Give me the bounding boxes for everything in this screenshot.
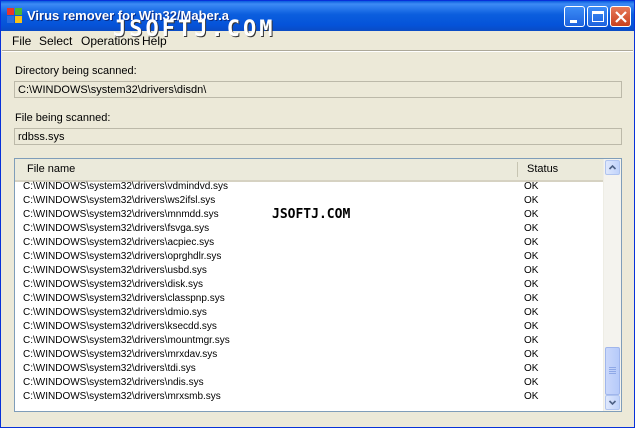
menu-select[interactable]: Select <box>39 34 72 48</box>
list-header: File name Status <box>15 159 604 182</box>
table-row[interactable]: C:\WINDOWS\system32\drivers\dmio.sys OK <box>15 306 604 320</box>
table-row[interactable]: C:\WINDOWS\system32\drivers\fsvga.sys OK <box>15 222 604 236</box>
table-row[interactable]: C:\WINDOWS\system32\drivers\mrxdav.sys OK <box>15 348 604 362</box>
scan-results-list[interactable]: File name Status C:\WINDOWS\system32\dri… <box>14 158 622 412</box>
row-status: OK <box>524 363 539 374</box>
row-file-name: C:\WINDOWS\system32\drivers\disk.sys <box>23 279 204 290</box>
row-status: OK <box>524 391 539 402</box>
menu-help[interactable]: Help <box>142 34 167 48</box>
file-field: rdbss.sys <box>14 128 622 145</box>
column-divider[interactable] <box>517 162 518 177</box>
row-status: OK <box>524 251 539 262</box>
directory-label: Directory being scanned: <box>15 65 137 77</box>
close-button[interactable] <box>610 6 631 27</box>
row-file-name: C:\WINDOWS\system32\drivers\classpnp.sys <box>23 293 225 304</box>
table-row[interactable]: C:\WINDOWS\system32\drivers\acpiec.sys OK <box>15 236 604 250</box>
minimize-button[interactable] <box>564 6 585 27</box>
directory-field: C:\WINDOWS\system32\drivers\disdn\ <box>14 81 622 98</box>
grip-line <box>609 367 616 368</box>
maximize-button[interactable] <box>587 6 608 27</box>
table-row[interactable]: C:\WINDOWS\system32\drivers\ksecdd.sys OK <box>15 320 604 334</box>
column-header-status[interactable]: Status <box>519 159 558 180</box>
app-window: Virus remover for Win32/Maber.a JSOFTJ.C… <box>0 0 635 428</box>
chevron-down-icon <box>608 400 617 406</box>
close-icon <box>615 11 627 23</box>
watermark-center: JSOFTJ.COM <box>272 207 351 222</box>
table-row[interactable]: C:\WINDOWS\system32\drivers\vdmindvd.sys… <box>15 180 604 194</box>
table-row[interactable]: C:\WINDOWS\system32\drivers\tdi.sys OK <box>15 362 604 376</box>
row-file-name: C:\WINDOWS\system32\drivers\dmio.sys <box>23 307 207 318</box>
grip-line <box>609 369 616 370</box>
app-icon <box>7 8 22 23</box>
vertical-scrollbar[interactable] <box>603 159 621 411</box>
table-row[interactable]: C:\WINDOWS\system32\drivers\ws2ifsl.sys O… <box>15 194 604 208</box>
row-status: OK <box>524 377 539 388</box>
row-status: OK <box>524 335 539 346</box>
row-status: OK <box>524 223 539 234</box>
row-file-name: C:\WINDOWS\system32\drivers\fsvga.sys <box>23 223 210 234</box>
row-file-name: C:\WINDOWS\system32\drivers\usbd.sys <box>23 265 207 276</box>
row-file-name: C:\WINDOWS\system32\drivers\acpiec.sys <box>23 237 215 248</box>
row-status: OK <box>524 181 539 192</box>
table-row[interactable]: C:\WINDOWS\system32\drivers\usbd.sys OK <box>15 264 604 278</box>
scroll-thumb[interactable] <box>605 347 620 395</box>
row-status: OK <box>524 195 539 206</box>
row-file-name: C:\WINDOWS\system32\drivers\mrxdav.sys <box>23 349 218 360</box>
table-row[interactable]: C:\WINDOWS\system32\drivers\disk.sys OK <box>15 278 604 292</box>
scroll-up-button[interactable] <box>605 160 620 175</box>
row-file-name: C:\WINDOWS\system32\drivers\vdmindvd.sys <box>23 181 229 192</box>
row-status: OK <box>524 307 539 318</box>
grip-line <box>609 373 616 374</box>
column-header-file-name[interactable]: File name <box>19 159 75 180</box>
row-file-name: C:\WINDOWS\system32\drivers\tdi.sys <box>23 363 196 374</box>
file-label: File being scanned: <box>15 112 111 124</box>
grip-line <box>609 371 616 372</box>
menu-file[interactable]: File <box>12 34 31 48</box>
row-file-name: C:\WINDOWS\system32\drivers\ws2ifsl.sys <box>23 195 216 206</box>
scroll-down-button[interactable] <box>605 395 620 410</box>
menu-bar: File Select Operations Help <box>2 31 633 50</box>
row-status: OK <box>524 265 539 276</box>
table-row[interactable]: C:\WINDOWS\system32\drivers\oprghdlr.sys… <box>15 250 604 264</box>
table-row[interactable]: C:\WINDOWS\system32\drivers\mountmgr.sys… <box>15 334 604 348</box>
table-row[interactable]: C:\WINDOWS\system32\drivers\mrxsmb.sys OK <box>15 390 604 404</box>
row-file-name: C:\WINDOWS\system32\drivers\mrxsmb.sys <box>23 391 221 402</box>
row-status: OK <box>524 293 539 304</box>
maximize-icon <box>592 11 604 22</box>
row-file-name: C:\WINDOWS\system32\drivers\mountmgr.sys <box>23 335 230 346</box>
menu-operations[interactable]: Operations <box>81 34 140 48</box>
row-status: OK <box>524 349 539 360</box>
table-row[interactable]: C:\WINDOWS\system32\drivers\ndis.sys OK <box>15 376 604 390</box>
row-status: OK <box>524 237 539 248</box>
title-bar[interactable]: Virus remover for Win32/Maber.a JSOFTJ.C… <box>1 1 634 42</box>
row-file-name: C:\WINDOWS\system32\drivers\oprghdlr.sys <box>23 251 222 262</box>
row-status: OK <box>524 321 539 332</box>
row-file-name: C:\WINDOWS\system32\drivers\ksecdd.sys <box>23 321 217 332</box>
row-status: OK <box>524 209 539 220</box>
chevron-up-icon <box>608 164 617 170</box>
row-status: OK <box>524 279 539 290</box>
minimize-icon <box>570 20 577 23</box>
menu-separator <box>2 50 633 52</box>
row-file-name: C:\WINDOWS\system32\drivers\ndis.sys <box>23 377 204 388</box>
table-row[interactable]: C:\WINDOWS\system32\drivers\classpnp.sys… <box>15 292 604 306</box>
row-file-name: C:\WINDOWS\system32\drivers\mnmdd.sys <box>23 209 219 220</box>
